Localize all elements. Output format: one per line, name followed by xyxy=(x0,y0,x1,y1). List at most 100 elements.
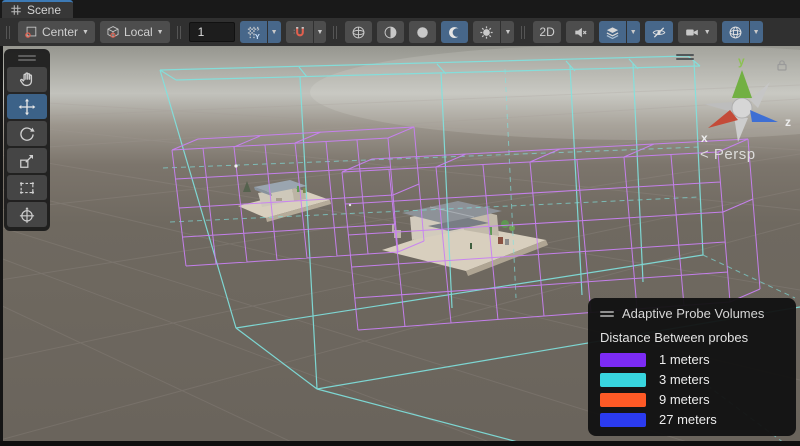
orientation-label: Local xyxy=(124,25,153,39)
grid-snap-dropdown[interactable]: ▼ xyxy=(268,21,281,43)
scale-icon xyxy=(17,151,37,171)
color-swatch-27m xyxy=(600,413,646,427)
camera-icon xyxy=(684,25,700,40)
debug-bug-button[interactable] xyxy=(473,21,500,43)
effects-dropdown[interactable]: ▼ xyxy=(627,21,640,43)
tool-transform-button[interactable] xyxy=(7,202,47,227)
move-icon xyxy=(17,97,37,117)
circle-filled-icon xyxy=(415,25,430,40)
gizmo-axis-negz[interactable] xyxy=(704,102,732,112)
debug-bug-dropdown[interactable]: ▼ xyxy=(501,21,514,43)
legend-label: 9 meters xyxy=(659,392,710,407)
globe-shaded-icon xyxy=(383,25,398,40)
legend-label: 3 meters xyxy=(659,372,710,387)
lock-icon[interactable] xyxy=(775,58,789,72)
snap-increment-input[interactable] xyxy=(189,22,235,42)
lighting-on-button[interactable] xyxy=(409,21,436,43)
hidden-objects-button[interactable] xyxy=(645,21,673,43)
color-swatch-9m xyxy=(600,393,646,407)
projection-toggle[interactable]: < Persp xyxy=(700,146,756,163)
pivot-mode-button[interactable]: Center ▼ xyxy=(18,21,95,43)
viewport-left-edge xyxy=(0,46,3,441)
pivot-icon xyxy=(24,25,38,39)
overlay-drag-handle[interactable] xyxy=(7,52,47,65)
transform-icon xyxy=(17,205,37,225)
chevron-down-icon: ▼ xyxy=(157,29,164,36)
shading-shaded-button[interactable] xyxy=(377,21,404,43)
tool-rect-button[interactable] xyxy=(7,175,47,200)
chevron-down-icon: ▼ xyxy=(317,29,324,36)
gizmo-axis-negx[interactable] xyxy=(750,82,770,108)
panel-subtitle: Distance Between probes xyxy=(600,330,784,345)
toolbar-separator xyxy=(177,26,178,39)
tab-scene[interactable]: Scene xyxy=(2,0,73,18)
legend-label: 27 meters xyxy=(659,412,717,427)
probe-dot xyxy=(234,164,237,167)
window-bottom-edge xyxy=(0,441,800,446)
camera-settings-button[interactable]: ▼ xyxy=(678,21,717,43)
gizmos-button[interactable] xyxy=(722,21,749,43)
panel-title: Adaptive Probe Volumes xyxy=(622,306,764,321)
snap-magnet-button[interactable] xyxy=(286,21,313,43)
legend-row: 27 meters xyxy=(600,412,784,427)
rotate-icon xyxy=(17,124,37,144)
axis-y-label: y xyxy=(738,54,745,68)
legend-row: 3 meters xyxy=(600,372,784,387)
chevron-down-icon: ▼ xyxy=(504,29,511,36)
gizmo-axis-y[interactable] xyxy=(732,70,752,98)
color-swatch-1m xyxy=(600,353,646,367)
magnet-icon xyxy=(292,25,307,40)
tab-label: Scene xyxy=(27,3,61,17)
chevron-down-icon: ▼ xyxy=(271,29,278,36)
axis-x-label: x xyxy=(701,131,708,145)
rect-tool-icon xyxy=(17,178,37,198)
legend-row: 1 meters xyxy=(600,352,784,367)
toolbar-drag-handle[interactable] xyxy=(6,26,7,39)
color-swatch-3m xyxy=(600,373,646,387)
cube-icon xyxy=(106,25,120,39)
tools-overlay xyxy=(4,49,50,231)
scene-viewport[interactable]: y x z < Persp Adaptive Probe Volumes Dis… xyxy=(0,46,800,441)
gizmo-sphere-icon xyxy=(728,25,743,40)
chevron-down-icon: ▼ xyxy=(630,29,637,36)
chevron-down-icon: ▼ xyxy=(753,29,760,36)
scene-toolbar: Center ▼ Local ▼ Y xyxy=(0,18,800,46)
pivot-label: Center xyxy=(42,25,78,39)
audio-muted-icon xyxy=(572,25,588,40)
tool-pan-button[interactable] xyxy=(7,67,47,92)
toolbar-separator xyxy=(333,26,334,39)
axis-z-label: z xyxy=(785,115,791,129)
gizmo-axis-z[interactable] xyxy=(750,110,778,122)
unity-editor-window: Scene Center ▼ Local xyxy=(0,0,800,446)
tool-rotate-button[interactable] xyxy=(7,121,47,146)
grid-snap-button[interactable]: Y xyxy=(240,21,267,43)
audio-toggle-button[interactable] xyxy=(566,21,594,43)
orientation-mode-button[interactable]: Local ▼ xyxy=(100,21,170,43)
eye-hidden-icon xyxy=(651,25,667,40)
lighting-moon-button[interactable] xyxy=(441,21,468,43)
svg-text:Y: Y xyxy=(255,32,260,40)
tab-bar: Scene xyxy=(0,0,800,18)
moon-icon xyxy=(447,25,462,40)
2d-toggle-button[interactable]: 2D xyxy=(533,21,560,43)
toolbar-separator xyxy=(521,26,522,39)
tool-move-button[interactable] xyxy=(7,94,47,119)
legend-label: 1 meters xyxy=(659,352,710,367)
probe-volumes-panel: Adaptive Probe Volumes Distance Between … xyxy=(588,298,796,436)
grid-snap-icon: Y xyxy=(246,25,261,40)
hand-icon xyxy=(17,70,37,90)
effects-button[interactable] xyxy=(599,21,626,43)
globe-wireframe-icon xyxy=(351,25,366,40)
2d-label: 2D xyxy=(539,25,554,39)
bug-icon xyxy=(479,25,494,40)
panel-drag-handle[interactable] xyxy=(600,311,614,317)
legend-row: 9 meters xyxy=(600,392,784,407)
gizmos-dropdown[interactable]: ▼ xyxy=(750,21,763,43)
shading-wireframe-button[interactable] xyxy=(345,21,372,43)
layers-effects-icon xyxy=(605,25,620,40)
snap-magnet-dropdown[interactable]: ▼ xyxy=(314,21,327,43)
scene-grid-icon xyxy=(10,4,22,16)
tool-scale-button[interactable] xyxy=(7,148,47,173)
gizmo-hub[interactable] xyxy=(732,98,752,118)
chevron-down-icon: ▼ xyxy=(82,29,89,36)
